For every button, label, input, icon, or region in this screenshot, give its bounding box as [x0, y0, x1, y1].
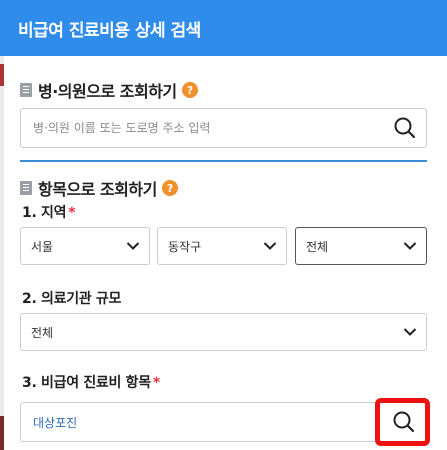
document-icon: [20, 181, 32, 195]
required-mark: *: [152, 375, 160, 391]
section-divider: [20, 160, 427, 162]
sigungu-value: 동작구: [168, 239, 202, 254]
item-search-heading: 항목으로 조회하기 ?: [20, 176, 178, 200]
hospital-search-box: [20, 108, 427, 148]
edge-marker: [0, 416, 4, 450]
item-label-text: 3. 비급여 진료비 항목: [22, 375, 151, 391]
chevron-down-icon: [126, 242, 140, 250]
modal-header: 비급여 진료비용 상세 검색: [0, 0, 447, 56]
sigungu-select[interactable]: 동작구: [157, 227, 287, 265]
left-edge-strip: [0, 56, 4, 450]
hospital-search-heading: 병·의원으로 조회하기 ?: [20, 78, 198, 102]
required-mark: *: [68, 205, 76, 221]
hospital-search-input[interactable]: [33, 121, 353, 135]
hospital-search-title: 병·의원으로 조회하기: [38, 82, 177, 101]
search-modal: 비급여 진료비용 상세 검색 병·의원으로 조회하기 ? 항목으로 조회하기 ?: [0, 0, 447, 450]
chevron-down-icon: [403, 242, 417, 250]
modal-title: 비급여 진료비용 상세 검색: [18, 20, 201, 41]
help-icon[interactable]: ?: [181, 82, 198, 98]
item-label: 3. 비급여 진료비 항목 *: [22, 372, 160, 392]
region-label-text: 1. 지역: [22, 205, 67, 221]
search-icon[interactable]: [392, 115, 418, 141]
region-label: 1. 지역 *: [22, 202, 76, 222]
item-search-title: 항목으로 조회하기: [38, 180, 157, 199]
scale-label: 2. 의료기관 규모: [22, 288, 121, 308]
search-icon[interactable]: [391, 409, 417, 435]
scale-select[interactable]: 전체: [20, 313, 427, 351]
item-search-value[interactable]: 대상포진: [33, 414, 77, 431]
sido-select[interactable]: 서울: [20, 227, 150, 265]
chevron-down-icon: [263, 242, 277, 250]
item-search-box[interactable]: 대상포진: [20, 402, 427, 442]
scale-value: 전체: [31, 325, 54, 340]
scale-label-text: 2. 의료기관 규모: [22, 291, 122, 307]
dong-select[interactable]: 전체: [295, 227, 427, 265]
edge-marker: [0, 64, 4, 86]
sido-value: 서울: [31, 239, 54, 254]
dong-value: 전체: [306, 239, 329, 254]
document-icon: [20, 83, 32, 97]
help-icon[interactable]: ?: [161, 180, 178, 196]
chevron-down-icon: [403, 328, 417, 336]
